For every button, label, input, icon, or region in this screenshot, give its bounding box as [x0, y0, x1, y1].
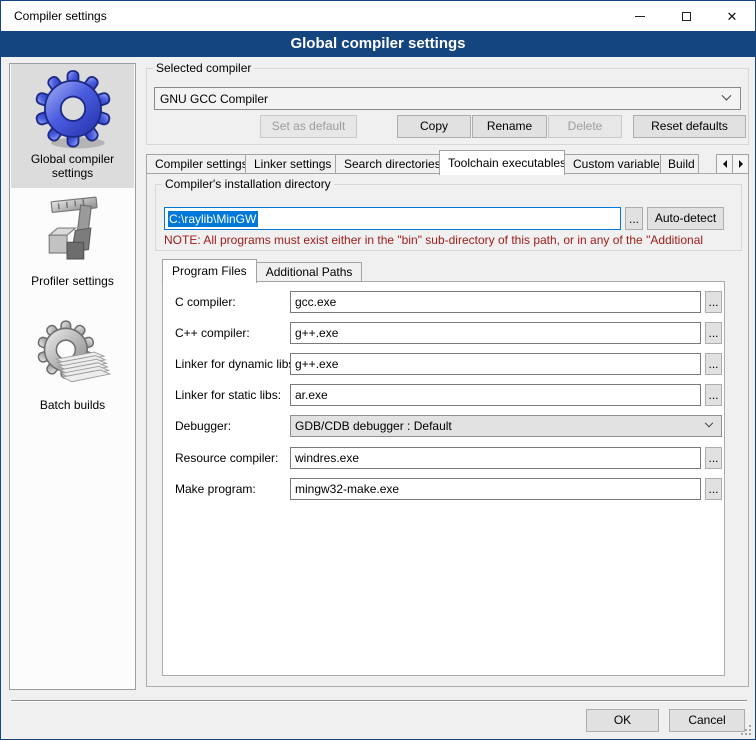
tab-build-options[interactable]: Build options [660, 154, 699, 174]
compiler-select[interactable]: GNU GCC Compiler [154, 87, 741, 110]
rename-button[interactable]: Rename [472, 115, 547, 138]
field-value: ar.exe [295, 388, 328, 402]
close-icon: ✕ [727, 10, 738, 23]
sidebar-item-profiler-settings[interactable]: Profiler settings [11, 192, 134, 292]
group-label: Compiler's installation directory [162, 177, 334, 191]
browse-button[interactable]: ... [705, 322, 722, 344]
program-row: C compiler: gcc.exe ... [163, 291, 724, 313]
cancel-button[interactable]: Cancel [669, 709, 745, 732]
blue-gear-icon [34, 68, 112, 152]
close-button[interactable]: ✕ [709, 1, 755, 31]
field-value: g++.exe [295, 326, 338, 340]
installation-directory-value: C:\raylib\MinGW [168, 211, 258, 227]
gray-gear-stack-icon [35, 318, 111, 398]
set-as-default-button[interactable]: Set as default [260, 115, 357, 138]
group-label: Selected compiler [153, 61, 254, 75]
program-row: Linker for dynamic libs: g++.exe ... [163, 353, 724, 375]
tab-scroll-buttons [717, 154, 749, 174]
tab-search-directories[interactable]: Search directories [335, 154, 440, 174]
minimize-button[interactable] [617, 1, 663, 31]
field-label: Make program: [175, 478, 256, 500]
field-label: Linker for static libs: [175, 384, 281, 406]
auto-detect-button[interactable]: Auto-detect [647, 207, 724, 230]
page-title: Global compiler settings [1, 31, 755, 57]
sidebar-item-label: Global compiler settings [11, 152, 134, 180]
resource-compiler-field[interactable]: windres.exe [290, 447, 701, 469]
program-row: Resource compiler: windres.exe ... [163, 447, 724, 469]
field-label: C++ compiler: [175, 322, 250, 344]
window-controls: ✕ [617, 1, 755, 31]
caliper-icon [35, 194, 111, 274]
copy-button[interactable]: Copy [397, 115, 471, 138]
toolchain-executables-panel: Compiler's installation directory C:\ray… [146, 173, 749, 687]
static-linker-field[interactable]: ar.exe [290, 384, 701, 406]
compiler-settings-dialog: Compiler settings ✕ Global compiler sett… [0, 0, 756, 740]
program-files-page: C compiler: gcc.exe ... C++ compiler: g+… [162, 281, 725, 676]
debugger-select[interactable]: GDB/CDB debugger : Default [290, 415, 722, 437]
browse-directory-button[interactable]: ... [625, 207, 643, 230]
tab-compiler-settings[interactable]: Compiler settings [146, 154, 246, 174]
debugger-select-value: GDB/CDB debugger : Default [295, 419, 452, 433]
program-subtabs: Program Files Additional Paths [162, 258, 361, 282]
window-title: Compiler settings [1, 9, 107, 23]
field-label: C compiler: [175, 291, 236, 313]
program-row: Debugger: GDB/CDB debugger : Default [163, 415, 724, 437]
make-program-field[interactable]: mingw32-make.exe [290, 478, 701, 500]
tab-scroll-left-button[interactable] [716, 154, 733, 174]
sidebar-item-global-compiler-settings[interactable]: Global compiler settings [11, 64, 134, 188]
sidebar-item-label: Profiler settings [11, 274, 134, 288]
field-value: mingw32-make.exe [295, 482, 399, 496]
ok-button[interactable]: OK [586, 709, 659, 732]
title-bar: Compiler settings ✕ [1, 1, 755, 31]
compiler-select-value: GNU GCC Compiler [160, 92, 268, 106]
c-compiler-field[interactable]: gcc.exe [290, 291, 701, 313]
settings-tabs: Compiler settings Linker settings Search… [146, 149, 749, 174]
tab-scroll-right-button[interactable] [732, 154, 749, 174]
chevron-down-icon [722, 91, 732, 101]
chevron-down-icon [705, 419, 713, 427]
installation-directory-group: Compiler's installation directory C:\ray… [155, 184, 742, 251]
browse-button[interactable]: ... [705, 291, 722, 313]
subtab-program-files[interactable]: Program Files [162, 259, 257, 283]
sidebar-item-label: Batch builds [11, 398, 134, 412]
arrow-right-icon [739, 160, 743, 168]
settings-category-list: Global compiler settings Profiler settin… [9, 63, 136, 690]
browse-button[interactable]: ... [705, 478, 722, 500]
maximize-button[interactable] [663, 1, 709, 31]
program-row: C++ compiler: g++.exe ... [163, 322, 724, 344]
program-row: Make program: mingw32-make.exe ... [163, 478, 724, 500]
field-value: g++.exe [295, 357, 338, 371]
maximize-icon [682, 12, 691, 21]
field-value: windres.exe [295, 451, 359, 465]
tab-toolchain-executables[interactable]: Toolchain executables [439, 150, 565, 175]
browse-button[interactable]: ... [705, 353, 722, 375]
subtab-additional-paths[interactable]: Additional Paths [256, 262, 363, 282]
program-row: Linker for static libs: ar.exe ... [163, 384, 724, 406]
arrow-left-icon [723, 160, 727, 168]
browse-button[interactable]: ... [705, 447, 722, 469]
cpp-compiler-field[interactable]: g++.exe [290, 322, 701, 344]
tab-linker-settings[interactable]: Linker settings [245, 154, 336, 174]
footer-divider [11, 700, 747, 702]
field-label: Debugger: [175, 415, 231, 437]
installation-directory-input[interactable]: C:\raylib\MinGW [164, 207, 621, 230]
delete-button[interactable]: Delete [548, 115, 622, 138]
field-value: gcc.exe [295, 295, 336, 309]
minimize-icon [635, 16, 645, 17]
note-text: NOTE: All programs must exist either in … [164, 233, 742, 247]
selected-compiler-group: Selected compiler GNU GCC Compiler Set a… [146, 68, 749, 145]
field-label: Resource compiler: [175, 447, 278, 469]
resize-grip-icon[interactable] [741, 725, 751, 735]
dynamic-linker-field[interactable]: g++.exe [290, 353, 701, 375]
sidebar-item-batch-builds[interactable]: Batch builds [11, 316, 134, 416]
tab-custom-variables[interactable]: Custom variables [564, 154, 661, 174]
field-label: Linker for dynamic libs: [175, 353, 298, 375]
browse-button[interactable]: ... [705, 384, 722, 406]
reset-defaults-button[interactable]: Reset defaults [633, 115, 746, 138]
